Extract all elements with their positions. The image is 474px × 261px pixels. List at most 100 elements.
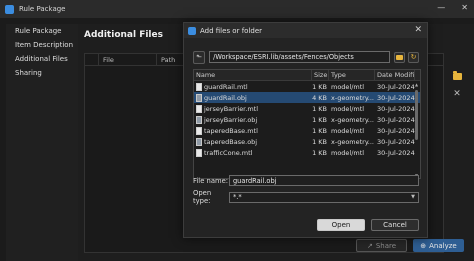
- app-icon: [5, 4, 14, 14]
- file-row[interactable]: guardRail.obj 4 KB x-geometry... 30-Jul-202…: [194, 92, 420, 103]
- file-row[interactable]: guardRail.mtl 1 KB model/mtl 30-Jul-2024 17: [194, 81, 420, 92]
- file-name-text: taperedBase.mtl: [204, 126, 258, 135]
- file-row[interactable]: jerseyBarrier.obj 1 KB x-geometry... 30-Jul…: [194, 114, 420, 125]
- file-type-cell: x-geometry...: [331, 93, 374, 102]
- sidebar-item-sharing[interactable]: Sharing: [6, 66, 78, 80]
- file-date-cell: 30-Jul-2024 17: [377, 126, 415, 135]
- window-titlebar: Rule Package — ✕: [0, 0, 474, 18]
- add-files-button[interactable]: [451, 70, 463, 82]
- open-type-label: Open type:: [193, 189, 212, 205]
- file-name-cell: trafficCone.mtl: [194, 147, 312, 158]
- minimize-button[interactable]: —: [437, 3, 445, 12]
- open-type-value: *.*: [233, 193, 242, 201]
- analyze-icon: ⊕: [420, 241, 427, 250]
- dialog-close-button[interactable]: ✕: [414, 25, 422, 35]
- file-size-cell: 1 KB: [312, 82, 327, 91]
- close-button[interactable]: ✕: [461, 3, 468, 12]
- file-name-label: File name:: [193, 176, 229, 185]
- file-date-cell: 30-Jul-2024 17: [377, 137, 415, 146]
- dialog-title: Add files or folder: [200, 26, 263, 35]
- file-name-row: File name: guardRail.obj: [193, 175, 419, 186]
- file-size-cell: 1 KB: [312, 148, 327, 157]
- file-type-cell: model/mtl: [331, 82, 365, 91]
- share-button[interactable]: ↗ Share: [356, 239, 407, 252]
- file-date-cell: 30-Jul-2024 17: [377, 148, 415, 157]
- sidebar-item-label: Sharing: [15, 69, 42, 77]
- scroll-up-icon[interactable]: ▲: [414, 82, 419, 87]
- obj-file-icon: [196, 93, 202, 102]
- close-icon: ✕: [453, 88, 461, 99]
- bottom-bar: ↗ Share ⊕ Analyze: [356, 239, 464, 252]
- cancel-button[interactable]: Cancel: [371, 219, 419, 231]
- file-name-text: taperedBase.obj: [204, 137, 258, 146]
- open-button[interactable]: Open: [317, 219, 365, 231]
- sidebar-item-item-description[interactable]: Item Description: [6, 38, 78, 52]
- column-size[interactable]: Size: [312, 70, 329, 80]
- file-type-cell: model/mtl: [331, 126, 365, 135]
- open-type-select[interactable]: *.* ▼: [229, 191, 419, 203]
- file-name-cell: guardRail.obj: [194, 92, 312, 103]
- folder-icon: [452, 70, 462, 80]
- sidebar-item-label: Item Description: [15, 41, 74, 49]
- column-type[interactable]: Type: [329, 70, 375, 80]
- remove-file-button[interactable]: ✕: [451, 88, 463, 100]
- parent-folder-icon: ⬑: [196, 53, 202, 61]
- add-files-dialog: Add files or folder ✕ ⬑ /Workspace/ESRI.…: [183, 22, 428, 238]
- vertical-scrollbar[interactable]: ▲ ▼: [414, 82, 419, 178]
- file-name-text: jerseyBarrier.mtl: [204, 104, 259, 113]
- file-name-text: guardRail.obj: [204, 93, 247, 102]
- mtl-file-icon: [196, 82, 202, 91]
- file-type-cell: x-geometry...: [331, 115, 374, 124]
- file-list[interactable]: Name Size Type Date Modifie guardRail.mt…: [193, 69, 421, 179]
- share-icon: ↗: [366, 241, 373, 250]
- sidebar-item-rule-package[interactable]: Rule Package: [6, 24, 78, 38]
- chevron-down-icon: ▼: [411, 194, 415, 200]
- file-row[interactable]: trafficCone.mtl 1 KB model/mtl 30-Jul-2024 …: [194, 147, 420, 158]
- path-tools: ↻: [394, 51, 419, 63]
- sidebar-item-additional-files[interactable]: Additional Files: [6, 52, 78, 66]
- file-size-cell: 1 KB: [312, 137, 327, 146]
- file-date-cell: 30-Jul-2024 17: [377, 115, 415, 124]
- obj-file-icon: [196, 115, 202, 124]
- file-size-cell: 1 KB: [312, 126, 327, 135]
- file-name-cell: jerseyBarrier.mtl: [194, 103, 312, 114]
- share-label: Share: [375, 241, 397, 250]
- file-name-cell: taperedBase.mtl: [194, 125, 312, 136]
- file-size-cell: 1 KB: [312, 115, 327, 124]
- scroll-thumb[interactable]: [415, 90, 418, 140]
- file-date-cell: 30-Jul-2024 17: [377, 93, 415, 102]
- new-folder-button[interactable]: [394, 51, 405, 63]
- table-header-check: [85, 54, 99, 65]
- mtl-file-icon: [196, 148, 202, 157]
- section-title: Additional Files: [84, 30, 163, 40]
- file-row[interactable]: taperedBase.mtl 1 KB model/mtl 30-Jul-2024 …: [194, 125, 420, 136]
- analyze-button[interactable]: ⊕ Analyze: [413, 239, 464, 252]
- window-controls: — ✕: [437, 3, 468, 12]
- sidebar-item-label: Additional Files: [15, 55, 68, 63]
- file-size-cell: 1 KB: [312, 104, 327, 113]
- parent-folder-button[interactable]: ⬑: [193, 50, 206, 64]
- file-name-input[interactable]: guardRail.obj: [229, 175, 419, 186]
- app-icon: [188, 26, 196, 35]
- refresh-button[interactable]: ↻: [408, 51, 419, 63]
- table-header-file[interactable]: File: [99, 54, 157, 65]
- refresh-icon: ↻: [410, 52, 417, 61]
- column-name[interactable]: Name: [194, 70, 312, 80]
- folder-icon: [396, 54, 403, 60]
- file-date-cell: 30-Jul-2024 17: [377, 82, 415, 91]
- file-row[interactable]: jerseyBarrier.mtl 1 KB model/mtl 30-Jul-202…: [194, 103, 420, 114]
- file-type-cell: x-geometry...: [331, 137, 374, 146]
- path-input[interactable]: /Workspace/ESRI.lib/assets/Fences/Object…: [209, 51, 390, 63]
- file-row[interactable]: taperedBase.obj 1 KB x-geometry... 30-Jul-2…: [194, 136, 420, 147]
- file-name-cell: taperedBase.obj: [194, 136, 312, 147]
- file-type-cell: model/mtl: [331, 104, 365, 113]
- path-row: ⬑ /Workspace/ESRI.lib/assets/Fences/Obje…: [193, 50, 419, 64]
- file-name-text: jerseyBarrier.obj: [204, 115, 258, 124]
- column-date[interactable]: Date Modifie: [375, 70, 415, 80]
- file-name-cell: guardRail.mtl: [194, 81, 312, 92]
- file-date-cell: 30-Jul-2024 17: [377, 104, 415, 113]
- open-type-row: Open type: *.* ▼: [193, 189, 419, 205]
- file-size-cell: 4 KB: [312, 93, 327, 102]
- dialog-titlebar: Add files or folder ✕: [184, 23, 427, 38]
- file-name-text: guardRail.mtl: [204, 82, 248, 91]
